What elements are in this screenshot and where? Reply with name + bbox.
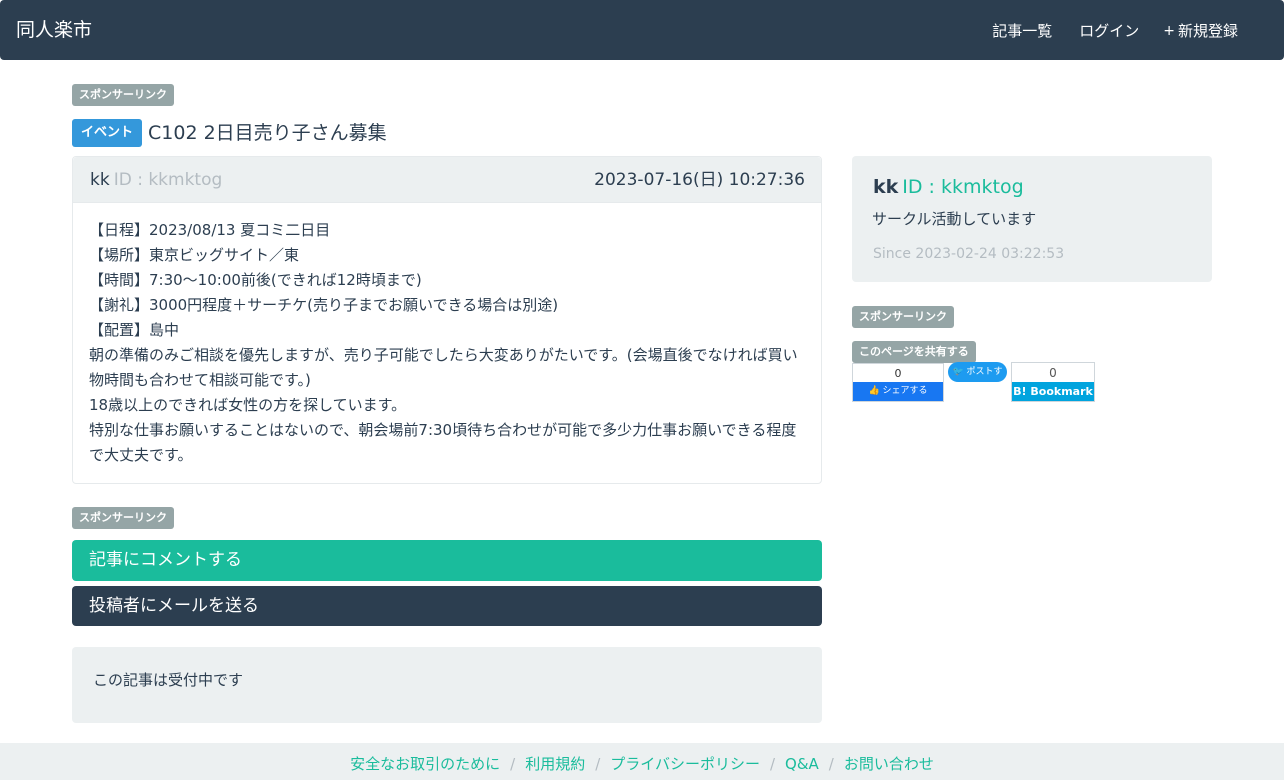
nav-link-label: 記事一覧: [992, 22, 1053, 40]
facebook-share-label: シェアする: [882, 386, 928, 396]
post-body-line: 【場所】東京ビッグサイト／東: [89, 246, 300, 264]
post-body-line: 特別な仕事お願いすることはないので、朝会場前7:30頃待ち合わせが可能で多少力仕…: [89, 421, 797, 464]
author-name: kk: [90, 170, 110, 190]
nav-link-label: 新規登録: [1177, 22, 1238, 40]
post-title: C102 2日目売り子さん募集: [148, 122, 387, 144]
facebook-share-count: 0: [894, 367, 902, 380]
footer-link-safety[interactable]: 安全なお取引のために: [350, 754, 500, 774]
status-panel: この記事は受付中です: [72, 647, 822, 723]
twitter-post-button[interactable]: 🐦 ポストする: [948, 362, 1007, 397]
footer-separator: /: [510, 755, 516, 773]
profile-since: Since 2023-02-24 03:22:53: [872, 244, 1192, 266]
nav-article-list-link[interactable]: 記事一覧: [989, 20, 1052, 42]
post-date: 2023-07-16(日) 10:27:36: [593, 169, 805, 194]
profile-description: サークル活動しています: [872, 210, 1037, 228]
hatena-bookmark-widget[interactable]: 0 B! Bookmark: [1011, 362, 1095, 402]
profile-name: kk: [873, 176, 899, 198]
footer-separator: /: [828, 755, 834, 773]
profile-name-row: kk ID : kkmktog: [872, 174, 1192, 204]
plus-icon: +: [1163, 23, 1175, 39]
twitter-bird-icon: 🐦: [952, 367, 964, 377]
post-author[interactable]: kk ID : kkmktog: [89, 169, 222, 194]
post-title-row: イベント C102 2日目売り子さん募集: [72, 119, 387, 147]
profile-since-text: Since 2023-02-24 03:22:53: [873, 246, 1065, 262]
post-body: 【日程】2023/08/13 夏コミ二日目 【場所】東京ビッグサイト／東 【時間…: [73, 203, 821, 483]
post-body-line: 朝の準備のみご相談を優先しますが、売り子可能でしたら大変ありがたいです。(会場直…: [89, 346, 798, 389]
profile-id-link[interactable]: ID : kkmktog: [902, 176, 1023, 198]
post-body-line: 【時間】7:30〜10:00前後(できれば12時頃まで): [89, 271, 422, 289]
brand-logo[interactable]: 同人楽市: [16, 18, 92, 42]
category-badge[interactable]: イベント: [72, 119, 143, 147]
share-label: このページを共有する: [852, 341, 976, 363]
sponsor-label: スポンサーリンク: [852, 306, 954, 328]
sponsor-label: スポンサーリンク: [72, 507, 174, 529]
author-profile-panel: kk ID : kkmktog サークル活動しています Since 2023-02…: [852, 156, 1212, 282]
footer-link-contact[interactable]: お問い合わせ: [844, 754, 934, 774]
comment-button[interactable]: 記事にコメントする: [72, 540, 822, 581]
thumbs-up-icon: 👍: [868, 386, 880, 396]
post-date-text: 2023-07-16(日) 10:27:36: [594, 170, 805, 190]
hatena-bookmark-button[interactable]: B! Bookmark: [1012, 382, 1094, 401]
post-card-header: kk ID : kkmktog 2023-07-16(日) 10:27:36: [73, 157, 821, 203]
post-body-line: 【謝礼】3000円程度＋サーチケ(売り子までお願いできる場合は別途): [89, 296, 559, 314]
nav-link-label: ログイン: [1079, 22, 1140, 40]
footer-links: 安全なお取引のために / 利用規約 / プライバシーポリシー / Q&A / お…: [350, 754, 934, 774]
post-body-line: 【配置】島中: [89, 321, 180, 339]
navbar: 同人楽市 記事一覧 ログイン + 新規登録: [0, 0, 1284, 60]
footer-link-terms[interactable]: 利用規約: [525, 754, 585, 774]
post-body-line: 18歳以上のできれば女性の方を探しています。: [89, 396, 407, 414]
footer-link-privacy[interactable]: プライバシーポリシー: [610, 754, 760, 774]
footer-link-qa[interactable]: Q&A: [785, 754, 819, 774]
sponsor-label: スポンサーリンク: [72, 84, 174, 106]
footer-separator: /: [595, 755, 601, 773]
footer-separator: /: [769, 755, 776, 773]
twitter-post-label: ポストする: [966, 367, 1003, 397]
nav-links: 記事一覧 ログイン + 新規登録: [965, 20, 1238, 42]
mail-author-button[interactable]: 投稿者にメールを送る: [72, 586, 822, 626]
status-text: この記事は受付中です: [93, 671, 244, 689]
author-id: ID : kkmktog: [113, 170, 223, 190]
footer: 安全なお取引のために / 利用規約 / プライバシーポリシー / Q&A / お…: [0, 743, 1284, 780]
post-card: kk ID : kkmktog 2023-07-16(日) 10:27:36 【日…: [72, 156, 822, 484]
facebook-share-widget[interactable]: 0 👍 シェアする: [852, 363, 944, 402]
nav-login-link[interactable]: ログイン: [1076, 20, 1139, 42]
nav-register-link[interactable]: + 新規登録: [1163, 20, 1238, 42]
hatena-bookmark-count: 0: [1049, 366, 1057, 380]
post-body-line: 【日程】2023/08/13 夏コミ二日目: [89, 221, 331, 239]
facebook-share-button[interactable]: 👍 シェアする: [853, 382, 943, 401]
